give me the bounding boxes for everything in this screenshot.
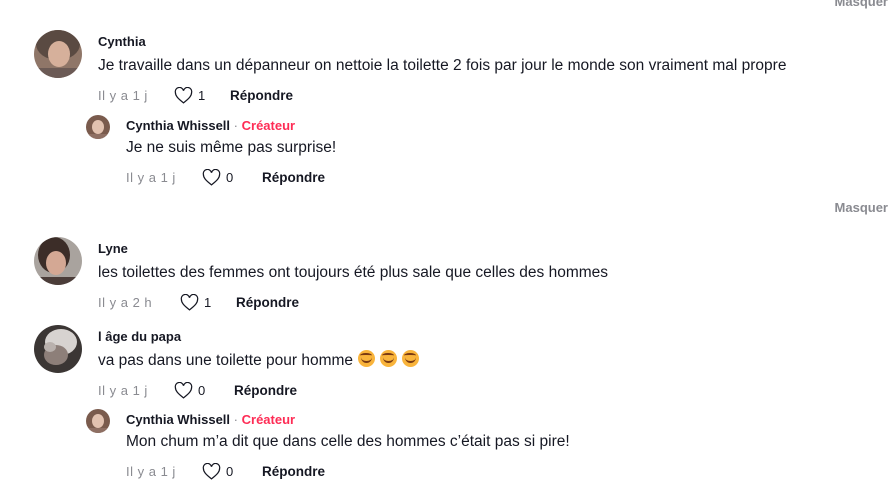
like-button[interactable]: 0 xyxy=(202,168,258,186)
reply-button[interactable]: Répondre xyxy=(262,170,325,185)
reply-button[interactable]: Répondre xyxy=(262,464,325,479)
grinning-sweat-emoji-icon xyxy=(358,350,376,367)
comment-username[interactable]: Cynthia xyxy=(98,33,786,51)
avatar[interactable] xyxy=(86,115,110,139)
comment-text: Je travaille dans un dépanneur on nettoi… xyxy=(98,57,787,74)
like-button[interactable]: 1 xyxy=(174,86,226,104)
comment-text: Je ne suis même pas surprise! xyxy=(126,139,337,156)
hide-replies-button[interactable]: Masquer xyxy=(835,0,888,9)
heart-icon xyxy=(174,381,193,399)
comment-time: Il y a 1 j xyxy=(98,382,148,398)
avatar[interactable] xyxy=(34,325,82,373)
comment-username[interactable]: Cynthia Whissell xyxy=(126,118,230,133)
comment-time: Il y a 2 h xyxy=(98,294,153,310)
like-button[interactable]: 0 xyxy=(202,462,258,480)
heart-icon xyxy=(174,86,193,104)
reply-button[interactable]: Répondre xyxy=(230,88,293,103)
creator-badge: Créateur xyxy=(241,412,296,427)
heart-icon xyxy=(180,293,199,311)
reply-button[interactable]: Répondre xyxy=(234,383,297,398)
comment-time: Il y a 1 j xyxy=(126,169,176,185)
comment-username[interactable]: Cynthia Whissell xyxy=(126,412,230,427)
hide-replies-button[interactable]: Masquer xyxy=(835,200,888,215)
like-count: 1 xyxy=(198,87,206,103)
creator-badge: Créateur xyxy=(241,118,296,133)
heart-icon xyxy=(202,462,221,480)
avatar[interactable] xyxy=(34,237,82,285)
grinning-sweat-emoji-icon xyxy=(402,350,420,367)
comment-text: Mon chum m’a dit que dans celle des homm… xyxy=(126,433,570,450)
comment-text: va pas dans une toilette pour homme xyxy=(98,352,354,369)
reply-button[interactable]: Répondre xyxy=(236,295,299,310)
heart-icon xyxy=(202,168,221,186)
like-count: 1 xyxy=(204,294,212,310)
like-button[interactable]: 1 xyxy=(180,293,232,311)
comment-username[interactable]: Lyne xyxy=(98,240,608,258)
comment-time: Il y a 1 j xyxy=(126,463,176,479)
reply-username-line: Cynthia Whissell · Créateur xyxy=(126,411,570,429)
like-count: 0 xyxy=(226,169,234,185)
comment-time: Il y a 1 j xyxy=(98,87,148,103)
comment-text-line: va pas dans une toilette pour homme xyxy=(98,350,420,372)
creator-separator: · xyxy=(233,412,238,427)
like-count: 0 xyxy=(198,382,206,398)
like-count: 0 xyxy=(226,463,234,479)
avatar[interactable] xyxy=(86,409,110,433)
avatar[interactable] xyxy=(34,30,82,78)
comment-text: les toilettes des femmes ont toujours ét… xyxy=(98,264,609,281)
comment-username[interactable]: l âge du papa xyxy=(98,328,419,346)
like-button[interactable]: 0 xyxy=(174,381,230,399)
grinning-sweat-emoji-icon xyxy=(380,350,398,367)
reply-username-line: Cynthia Whissell · Créateur xyxy=(126,117,336,135)
creator-separator: · xyxy=(233,118,238,133)
